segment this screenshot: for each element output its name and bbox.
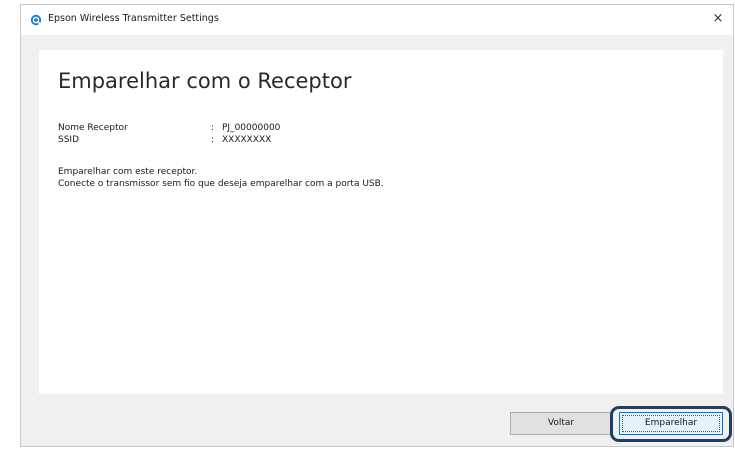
connect-instruction: Conecte o transmissor sem fio que deseja…	[58, 179, 384, 189]
receiver-name-colon: :	[211, 123, 215, 133]
window-title: Epson Wireless Transmitter Settings	[48, 13, 219, 24]
pair-button[interactable]: Emparelhar	[619, 412, 723, 435]
settings-window: Epson Wireless Transmitter Settings × Em…	[20, 4, 734, 447]
back-button[interactable]: Voltar	[510, 412, 612, 435]
content-panel: Emparelhar com o Receptor Nome Receptor …	[39, 50, 723, 394]
ssid-colon: :	[211, 135, 215, 145]
receiver-name-label: Nome Receptor	[58, 123, 128, 133]
ssid-value: XXXXXXXX	[222, 135, 272, 145]
title-bar: Epson Wireless Transmitter Settings ×	[21, 5, 733, 35]
page-title: Emparelhar com o Receptor	[58, 69, 352, 93]
app-icon	[30, 14, 42, 26]
pair-message: Emparelhar com este receptor.	[58, 167, 198, 177]
ssid-label: SSID	[58, 135, 80, 145]
focus-ring	[622, 415, 720, 432]
receiver-name-value: PJ_00000000	[222, 123, 281, 133]
close-icon[interactable]: ×	[711, 12, 725, 26]
